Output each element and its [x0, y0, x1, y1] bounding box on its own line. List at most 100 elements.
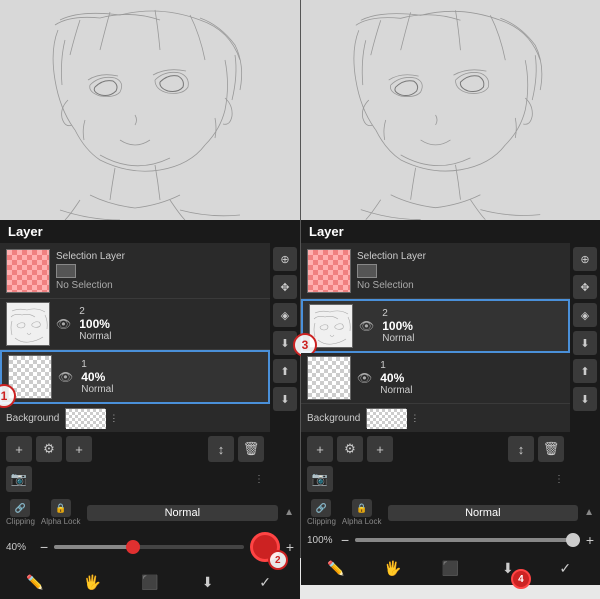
delete-btn-right[interactable]: 🗑: [538, 436, 564, 462]
camera-btn-right[interactable]: 📷: [307, 466, 333, 492]
add-layer-btn-left[interactable]: +: [6, 436, 32, 462]
alpha-lock-label-left: Alpha Lock: [41, 517, 81, 526]
layer-panel-left: Layer Selection Layer No Selection: [0, 220, 300, 599]
check-btn-left[interactable]: ✓: [250, 569, 280, 595]
selection-thumb-left: [6, 249, 50, 293]
r-icon3-left[interactable]: ◈: [273, 303, 297, 327]
opacity-bar-right: 100% − +: [301, 529, 600, 551]
minus-btn-left[interactable]: −: [40, 539, 48, 555]
r-icon1-right[interactable]: ⊕: [573, 247, 597, 271]
layer1-mode-left: Normal: [81, 384, 113, 395]
move-btn-left[interactable]: ↕: [208, 436, 234, 462]
layer-list-left: Selection Layer No Selection: [0, 243, 270, 496]
selection-title-left: Selection Layer: [56, 251, 125, 262]
layer2-num-right: 2: [382, 308, 414, 319]
layer2-eye-left[interactable]: 👁: [56, 317, 71, 331]
layer2-num-left: 2: [79, 306, 111, 317]
bg-label-left: Background: [6, 413, 59, 424]
clipping-btn-left[interactable]: 🔗: [10, 499, 30, 517]
alpha-lock-btn-right[interactable]: 🔒: [352, 499, 372, 517]
layer2-mode-right: Normal: [382, 333, 414, 344]
r-icon5-right[interactable]: ⬆: [573, 359, 597, 383]
sketch-area-left: [0, 0, 300, 220]
bg-label-right: Background: [307, 413, 360, 424]
opacity-pct-left: 40%: [6, 542, 34, 553]
layer2-row-right[interactable]: 👁 2 100% Normal 3: [301, 299, 570, 353]
layer1-row-left[interactable]: 👁 1 40% Normal 1: [0, 350, 270, 404]
layer1-num-right: 1: [380, 360, 412, 371]
bg-thumb-right: [366, 408, 406, 428]
layer1-num-left: 1: [81, 359, 113, 370]
selection-layer-row-left[interactable]: Selection Layer No Selection: [0, 243, 270, 299]
layer2-mode-left: Normal: [79, 331, 111, 342]
mode-arrow-left: ▲: [284, 507, 294, 518]
badge-2: 2: [268, 550, 288, 570]
delete-btn-left[interactable]: 🗑: [238, 436, 264, 462]
down-btn-right[interactable]: ⬇ 4: [493, 555, 523, 581]
brush-btn-right[interactable]: ✏️: [321, 555, 351, 581]
plus-btn-left[interactable]: +: [286, 539, 294, 555]
add-layer-btn-right[interactable]: +: [307, 436, 333, 462]
selection-title-right: Selection Layer: [357, 251, 426, 262]
select-btn-right[interactable]: 🖐: [378, 555, 408, 581]
selection-layer-row-right[interactable]: Selection Layer No Selection: [301, 243, 570, 299]
plus-btn-right[interactable]: +: [586, 532, 594, 548]
layer2-info-right: 2 100% Normal: [382, 308, 414, 344]
layer-content-right: Selection Layer No Selection: [301, 243, 600, 496]
panel-right: Layer Selection Layer No Selection: [300, 0, 600, 558]
mode-display-right[interactable]: Normal: [388, 505, 579, 521]
layer1-info-right: 1 40% Normal: [380, 360, 412, 396]
badge-4: 4: [511, 569, 531, 589]
layer1-row-right[interactable]: 👁 1 40% Normal: [301, 353, 570, 404]
clipping-btn-right[interactable]: 🔗: [311, 499, 331, 517]
select-btn-left[interactable]: 🖐: [77, 569, 107, 595]
layer1-info-left: 1 40% Normal: [81, 359, 113, 395]
layers-btn-right[interactable]: ⬛: [435, 555, 465, 581]
layer-header-right: Layer: [301, 220, 600, 243]
layer2-row-left[interactable]: 👁 2 100% Normal: [0, 299, 270, 350]
bottom-bar-clipping-right: 🔗 Clipping 🔒 Alpha Lock Normal ▲: [301, 496, 600, 529]
layer2-info-left: 2 100% Normal: [79, 306, 111, 342]
sketch-area-right: [301, 0, 600, 220]
move-btn-right[interactable]: ↕: [508, 436, 534, 462]
right-icons-right: ⊕ ✥ ◈ ⬇ ⬆ ⬇: [570, 243, 600, 496]
r-icon4-right[interactable]: ⬇: [573, 331, 597, 355]
r-icon5-left[interactable]: ⬆: [273, 359, 297, 383]
layer1-mode-right: Normal: [380, 385, 412, 396]
opacity-pct-right: 100%: [307, 535, 335, 546]
layers-btn-left[interactable]: ⬛: [135, 569, 165, 595]
layer1-opacity-left: 40%: [81, 370, 113, 384]
no-selection-box-left: [56, 264, 76, 278]
no-selection-box-right: [357, 264, 377, 278]
r-icon2-right[interactable]: ✥: [573, 275, 597, 299]
opacity-slider-right[interactable]: [355, 538, 580, 542]
camera-btn-left[interactable]: 📷: [6, 466, 32, 492]
settings-btn-left[interactable]: ⚙: [36, 436, 62, 462]
alpha-lock-btn-left[interactable]: 🔒: [51, 499, 71, 517]
bg-thumb-left: [65, 408, 105, 428]
r-icon6-left[interactable]: ⬇: [273, 387, 297, 411]
background-row-left[interactable]: Background ⋮: [0, 404, 270, 432]
down-btn-left[interactable]: ⬇: [193, 569, 223, 595]
mode-display-left[interactable]: Normal: [87, 505, 279, 521]
check-btn-right[interactable]: ✓: [550, 555, 580, 581]
no-selection-text-right: No Selection: [357, 280, 426, 291]
settings-btn-right[interactable]: ⚙: [337, 436, 363, 462]
background-row-right[interactable]: Background ⋮: [301, 404, 570, 432]
r-icon2-left[interactable]: ✥: [273, 275, 297, 299]
layer1-eye-right[interactable]: 👁: [357, 371, 372, 385]
layer1-opacity-right: 40%: [380, 371, 412, 385]
add-btn2-right[interactable]: +: [367, 436, 393, 462]
brush-btn-left[interactable]: ✏️: [20, 569, 50, 595]
opacity-slider-left[interactable]: [54, 545, 244, 549]
selection-thumb-right: [307, 249, 351, 293]
r-icon3-right[interactable]: ◈: [573, 303, 597, 327]
r-icon6-right[interactable]: ⬇: [573, 387, 597, 411]
add-btn2-left[interactable]: +: [66, 436, 92, 462]
mode-text-right: Normal: [465, 507, 500, 519]
layer-toolbar2-left: 📷 ⋮: [0, 466, 270, 496]
layer2-eye-right[interactable]: 👁: [359, 319, 374, 333]
minus-btn-right[interactable]: −: [341, 532, 349, 548]
layer1-eye-left[interactable]: 👁: [58, 370, 73, 384]
r-icon1-left[interactable]: ⊕: [273, 247, 297, 271]
